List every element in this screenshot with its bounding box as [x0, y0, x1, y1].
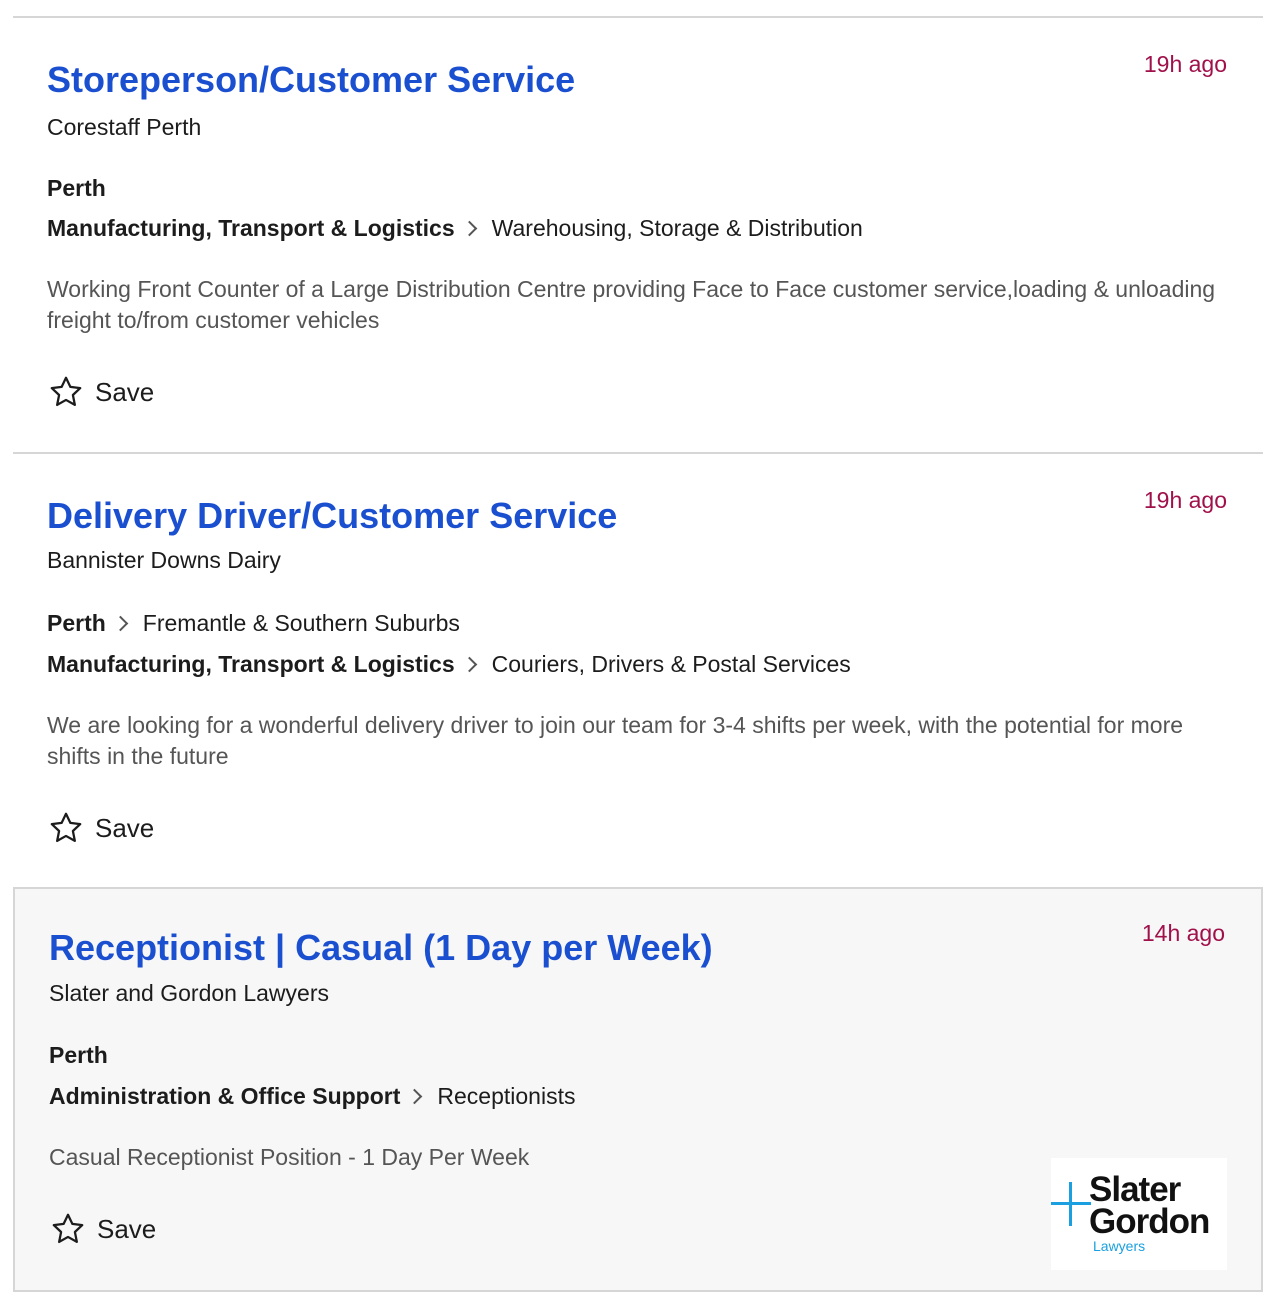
classification-link[interactable]: Manufacturing, Transport & Logistics	[47, 651, 455, 678]
featured-job-card[interactable]: Receptionist | Casual (1 Day per Week) 1…	[13, 887, 1263, 1292]
classification-row: Manufacturing, Transport & Logistics Cou…	[47, 651, 851, 678]
save-label: Save	[95, 376, 155, 407]
job-title-link[interactable]: Storeperson/Customer Service	[47, 58, 575, 101]
location-row: Perth Fremantle & Southern Suburbs	[47, 610, 460, 637]
subclassification-link[interactable]: Receptionists	[437, 1083, 575, 1110]
location-link[interactable]: Perth	[47, 610, 106, 637]
job-description: We are looking for a wonderful delivery …	[47, 712, 1184, 769]
job-title-link[interactable]: Receptionist | Casual (1 Day per Week)	[49, 926, 713, 969]
job-card[interactable]: Delivery Driver/Customer Service 19h ago…	[13, 452, 1263, 888]
company-link[interactable]: Corestaff Perth	[47, 114, 201, 141]
save-label: Save	[95, 812, 155, 843]
job-title-link[interactable]: Delivery Driver/Customer Service	[47, 494, 617, 537]
save-button[interactable]: Save	[49, 1211, 156, 1247]
location-row: Perth	[47, 175, 106, 202]
job-description: Working Front Counter of a Large Distrib…	[47, 276, 1216, 333]
logo-text-line3: Lawyers	[1093, 1238, 1146, 1254]
save-button[interactable]: Save	[47, 374, 154, 410]
classification-row: Manufacturing, Transport & Logistics War…	[47, 215, 863, 242]
company-link[interactable]: Bannister Downs Dairy	[47, 547, 281, 574]
listing-date: 19h ago	[1143, 51, 1227, 77]
job-description: Casual Receptionist Position - 1 Day Per…	[49, 1144, 530, 1170]
chevron-right-icon	[461, 220, 477, 237]
subclassification-link[interactable]: Couriers, Drivers & Postal Services	[492, 651, 851, 678]
star-icon	[50, 812, 82, 843]
location-link[interactable]: Perth	[47, 175, 106, 202]
save-label: Save	[97, 1213, 157, 1244]
subclassification-link[interactable]: Warehousing, Storage & Distribution	[492, 215, 863, 242]
classification-row: Administration & Office Support Receptio…	[49, 1083, 575, 1110]
location-link[interactable]: Perth	[49, 1042, 108, 1069]
company-link[interactable]: Slater and Gordon Lawyers	[49, 980, 329, 1007]
classification-link[interactable]: Manufacturing, Transport & Logistics	[47, 215, 455, 242]
logo-text-line2: Gordon	[1089, 1202, 1210, 1241]
classification-link[interactable]: Administration & Office Support	[49, 1083, 400, 1110]
listing-date: 14h ago	[1141, 920, 1225, 946]
listing-date: 19h ago	[1143, 487, 1227, 513]
star-icon	[50, 376, 82, 407]
company-logo: Slater Gordon Lawyers	[1051, 1158, 1227, 1270]
chevron-right-icon	[112, 615, 129, 632]
chevron-right-icon	[461, 656, 477, 673]
job-card[interactable]: Storeperson/Customer Service 19h ago Cor…	[13, 16, 1263, 452]
location-row: Perth	[49, 1042, 108, 1069]
chevron-right-icon	[407, 1088, 423, 1105]
star-icon	[52, 1213, 84, 1244]
save-button[interactable]: Save	[47, 810, 154, 846]
area-link[interactable]: Fremantle & Southern Suburbs	[143, 610, 460, 637]
